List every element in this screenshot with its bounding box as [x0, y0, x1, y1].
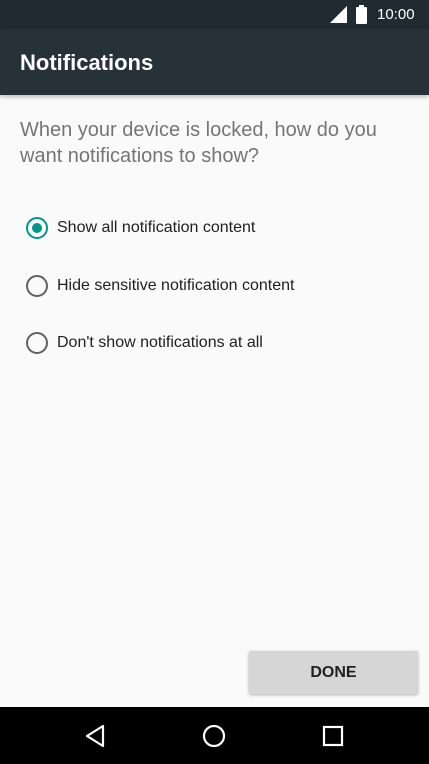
- status-time: 10:00: [377, 6, 415, 23]
- option-label: Hide sensitive notification content: [57, 277, 295, 294]
- option-hide-sensitive[interactable]: Hide sensitive notification content: [0, 261, 429, 311]
- radio-unselected-icon[interactable]: [26, 332, 48, 354]
- page-title: Notifications: [20, 50, 154, 75]
- option-dont-show[interactable]: Don't show notifications at all: [0, 318, 429, 368]
- status-bar: 10:00: [0, 0, 429, 29]
- option-label: Don't show notifications at all: [57, 334, 263, 351]
- home-icon[interactable]: [199, 721, 229, 751]
- option-show-all[interactable]: Show all notification content: [0, 203, 429, 253]
- app-bar: Notifications: [0, 29, 429, 95]
- back-icon[interactable]: [81, 721, 111, 751]
- done-button[interactable]: DONE: [249, 651, 418, 694]
- recents-icon[interactable]: [318, 721, 348, 751]
- battery-icon: [356, 5, 367, 24]
- navigation-bar: [0, 707, 429, 764]
- radio-unselected-icon[interactable]: [26, 275, 48, 297]
- question-text: When your device is locked, how do you w…: [20, 119, 377, 167]
- radio-selected-icon[interactable]: [26, 217, 48, 239]
- signal-icon: [330, 6, 347, 23]
- option-label: Show all notification content: [57, 219, 256, 236]
